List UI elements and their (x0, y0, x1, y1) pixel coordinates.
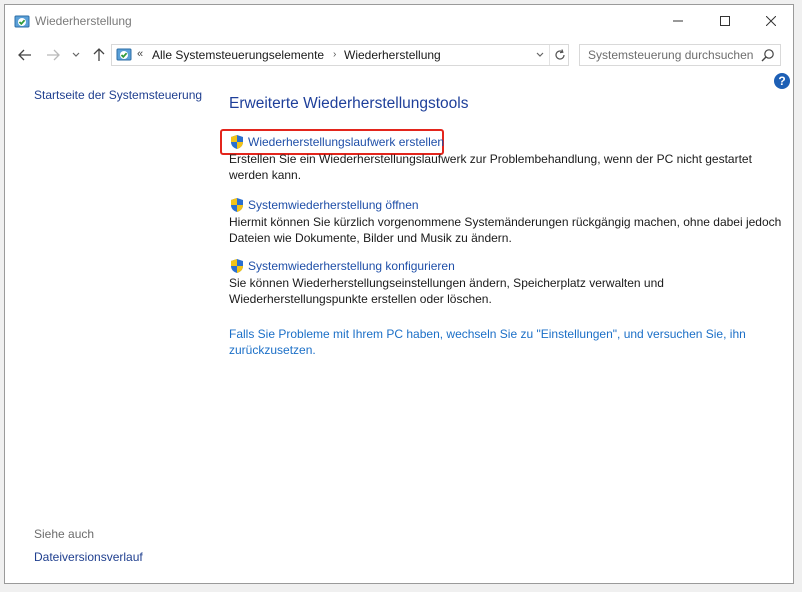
arrow-up-icon (93, 48, 105, 61)
address-bar[interactable]: « Alle Systemsteuerungselemente › Wieder… (111, 44, 569, 66)
task-link-label[interactable]: Systemwiederherstellung konfigurieren (248, 259, 455, 273)
search-icon[interactable] (761, 48, 775, 62)
see-also-label: Siehe auch (34, 527, 95, 541)
title-bar[interactable]: Wiederherstellung (5, 5, 793, 37)
uac-shield-icon (231, 259, 243, 273)
uac-shield-icon (231, 135, 243, 149)
forward-button[interactable] (43, 45, 63, 65)
maximize-icon (720, 16, 730, 26)
window-title: Wiederherstellung (35, 14, 132, 28)
task-link-label[interactable]: Systemwiederherstellung öffnen (248, 198, 419, 212)
recent-locations-button[interactable] (69, 45, 83, 65)
search-box[interactable] (579, 44, 781, 66)
close-icon (766, 16, 776, 26)
up-button[interactable] (89, 45, 109, 65)
breadcrumb-recovery[interactable]: Wiederherstellung (344, 48, 441, 62)
task-description: Hiermit können Sie kürzlich vorgenommene… (229, 215, 782, 245)
task-configure-system-restore: Systemwiederherstellung konfigurieren Si… (229, 257, 785, 307)
sidebar-link-file-history[interactable]: Dateiversionsverlauf (34, 550, 143, 564)
recovery-icon (14, 15, 30, 28)
uac-shield-icon (231, 198, 243, 212)
task-description: Sie können Wiederherstellungseinstellung… (229, 276, 664, 306)
breadcrumb-all-items[interactable]: Alle Systemsteuerungselemente (152, 48, 324, 62)
arrow-left-icon (18, 49, 31, 61)
page-title: Erweiterte Wiederherstellungstools (229, 95, 469, 112)
control-panel-icon (116, 48, 132, 61)
open-system-restore-link[interactable]: Systemwiederherstellung öffnen (229, 196, 785, 214)
task-description: Erstellen Sie ein Wiederherstellungslauf… (229, 152, 752, 182)
create-recovery-drive-link[interactable]: Wiederherstellungslaufwerk erstellen (229, 133, 785, 151)
minimize-icon (673, 20, 683, 22)
chevron-down-icon (536, 52, 544, 57)
configure-system-restore-link[interactable]: Systemwiederherstellung konfigurieren (229, 257, 785, 275)
navigation-bar: « Alle Systemsteuerungselemente › Wieder… (5, 41, 793, 69)
chevron-down-icon (72, 52, 80, 57)
maximize-button[interactable] (702, 5, 748, 37)
close-button[interactable] (748, 5, 793, 37)
task-link-label[interactable]: Wiederherstellungslaufwerk erstellen (248, 135, 444, 149)
breadcrumb-chevron-icon[interactable]: › (333, 49, 336, 60)
refresh-icon (555, 49, 565, 60)
help-button[interactable]: ? (774, 73, 790, 89)
arrow-right-icon (47, 49, 60, 61)
task-create-recovery-drive: Wiederherstellungslaufwerk erstellen Ers… (229, 133, 785, 183)
reset-pc-settings-link[interactable]: Falls Sie Probleme mit Ihrem PC haben, w… (229, 326, 749, 358)
minimize-button[interactable] (655, 5, 701, 37)
control-panel-window: Wiederherstellung « Alle Systemsteuerung… (4, 4, 794, 584)
sidebar-link-control-panel-home[interactable]: Startseite der Systemsteuerung (34, 88, 202, 102)
search-input[interactable] (580, 45, 774, 65)
breadcrumb-overflow[interactable]: « (137, 48, 143, 60)
task-open-system-restore: Systemwiederherstellung öffnen Hiermit k… (229, 196, 785, 246)
back-button[interactable] (15, 45, 35, 65)
address-history-button[interactable] (532, 45, 548, 65)
refresh-button[interactable] (549, 45, 570, 65)
